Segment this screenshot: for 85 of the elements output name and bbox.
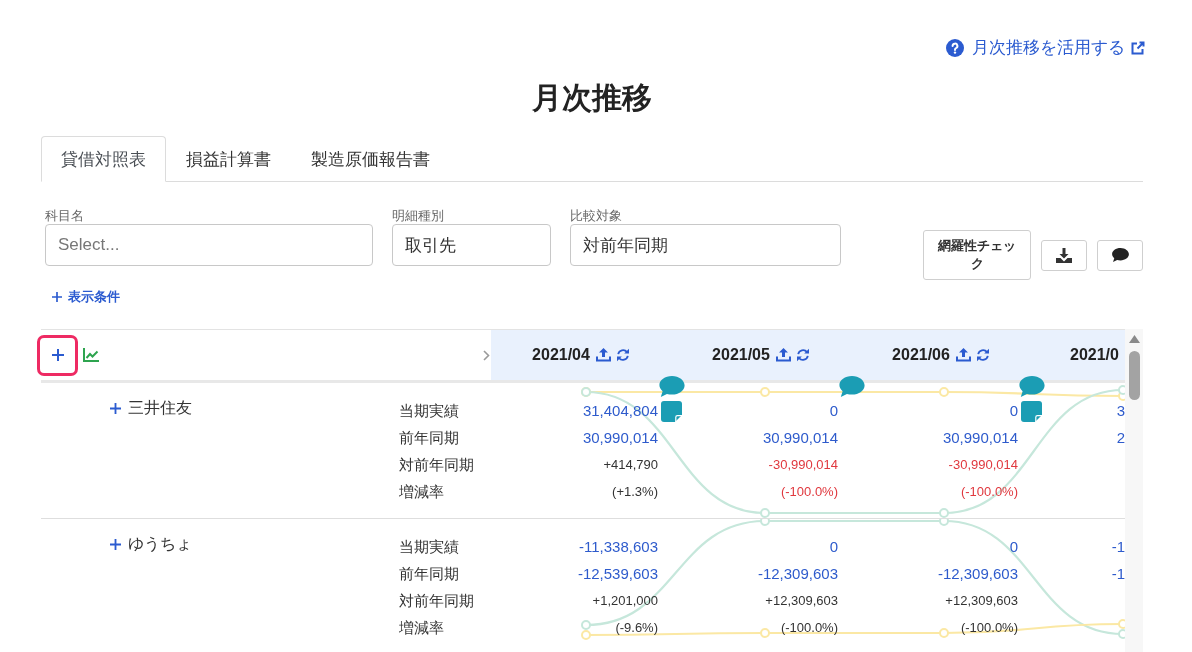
row-label: 前年同期 — [399, 428, 460, 448]
amount-value: -1 — [1111, 537, 1125, 557]
row-label: 増減率 — [399, 618, 445, 638]
plus-icon — [52, 292, 62, 302]
amount-value: -12,539,603 — [577, 564, 658, 584]
row-label: 対前年同期 — [399, 591, 475, 611]
change-value: -30,990,014 — [948, 456, 1018, 474]
field-label: 科目名 — [45, 208, 85, 224]
check-button[interactable]: 網羅性チェック — [923, 230, 1031, 280]
month-label: 2021/06 — [892, 346, 950, 364]
refresh-icon[interactable] — [615, 348, 630, 362]
field-label: 明細種別 — [392, 208, 445, 224]
refresh-icon[interactable] — [795, 348, 810, 362]
amount-value: -11,338,603 — [579, 537, 658, 557]
change-value: (-100.0%) — [780, 619, 838, 637]
tab[interactable]: 損益計算書 — [166, 136, 291, 182]
amount-value: 30,990,014 — [942, 428, 1018, 448]
chevron-right-icon[interactable] — [483, 349, 490, 361]
speech-bubble-icon[interactable] — [659, 376, 685, 397]
amount-value: 31,404,804 — [582, 401, 658, 421]
group-name: 三井住友 — [128, 398, 192, 418]
chart-toggle-button[interactable] — [83, 348, 99, 362]
amount-value: 2 — [1116, 428, 1125, 448]
change-value: (-100.0%) — [780, 483, 838, 501]
speech-bubble-icon[interactable] — [1019, 376, 1045, 397]
amount-value: -1 — [1111, 564, 1125, 584]
change-value: +12,309,603 — [945, 592, 1018, 610]
change-value: +12,309,603 — [765, 592, 838, 610]
amount-value: -12,309,603 — [937, 564, 1018, 584]
line-chart-icon — [83, 348, 99, 362]
row-label: 当期実績 — [399, 537, 460, 557]
select-field[interactable]: Select... — [45, 224, 373, 266]
page-title: 月次推移 — [531, 80, 653, 116]
amount-value: 30,990,014 — [762, 428, 838, 448]
amount-value: -12,309,603 — [757, 564, 838, 584]
external-link-icon — [1131, 41, 1145, 55]
download-button[interactable] — [1041, 239, 1087, 271]
scrollbar[interactable] — [1125, 329, 1143, 652]
change-value: +1,201,000 — [592, 592, 658, 610]
amount-value: 30,990,014 — [582, 428, 658, 448]
change-value: (-9.6%) — [615, 619, 658, 637]
help-link[interactable]: 月次推移を活用する — [946, 37, 1145, 59]
month-label: 2021/05 — [712, 346, 770, 364]
download-icon — [1056, 247, 1072, 263]
question-icon — [946, 39, 964, 57]
plus-icon — [51, 349, 64, 361]
sticky-note-icon[interactable] — [1021, 401, 1042, 422]
upload-icon[interactable] — [595, 348, 611, 362]
change-value: +414,790 — [603, 456, 658, 474]
group-name: ゆうちょ — [128, 534, 192, 554]
month-label: 2021/0 — [1070, 346, 1119, 364]
field-label: 比較対象 — [570, 208, 623, 224]
amount-value: 3 — [1116, 401, 1125, 421]
amount-value: 0 — [829, 401, 838, 421]
tab[interactable]: 製造原価報告書 — [291, 136, 450, 182]
refresh-icon[interactable] — [975, 348, 990, 362]
row-label: 増減率 — [399, 482, 445, 502]
select-field[interactable]: 対前年同期 — [570, 224, 841, 266]
expand-button[interactable] — [110, 538, 121, 550]
row-label: 前年同期 — [399, 564, 460, 584]
amount-value: 0 — [1009, 401, 1018, 421]
upload-icon[interactable] — [775, 348, 791, 362]
display-conditions-link[interactable]: 表示条件 — [52, 289, 120, 305]
change-value: (+1.3%) — [612, 483, 658, 501]
row-label: 対前年同期 — [399, 455, 475, 475]
upload-icon[interactable] — [955, 348, 971, 362]
plus-icon — [110, 538, 121, 550]
amount-value: 0 — [1009, 537, 1018, 557]
amount-value: 0 — [829, 537, 838, 557]
scrollbar-thumb[interactable] — [1128, 351, 1140, 400]
triangle-up-icon[interactable] — [1128, 335, 1140, 343]
comment-button[interactable] — [1097, 239, 1143, 271]
expand-button[interactable] — [110, 402, 121, 414]
plus-icon — [110, 402, 121, 414]
row-label: 当期実績 — [399, 401, 460, 421]
change-value: (-100.0%) — [960, 619, 1018, 637]
speech-bubble-icon — [1111, 248, 1129, 262]
change-value: -30,990,014 — [768, 456, 838, 474]
speech-bubble-icon[interactable] — [839, 376, 865, 397]
change-value: (-100.0%) — [960, 483, 1018, 501]
month-label: 2021/04 — [532, 346, 590, 364]
sticky-note-icon[interactable] — [661, 401, 682, 422]
select-field[interactable]: 取引先 — [392, 224, 551, 266]
tab[interactable]: 貸借対照表 — [41, 136, 166, 182]
expand-all-button[interactable] — [37, 334, 78, 376]
